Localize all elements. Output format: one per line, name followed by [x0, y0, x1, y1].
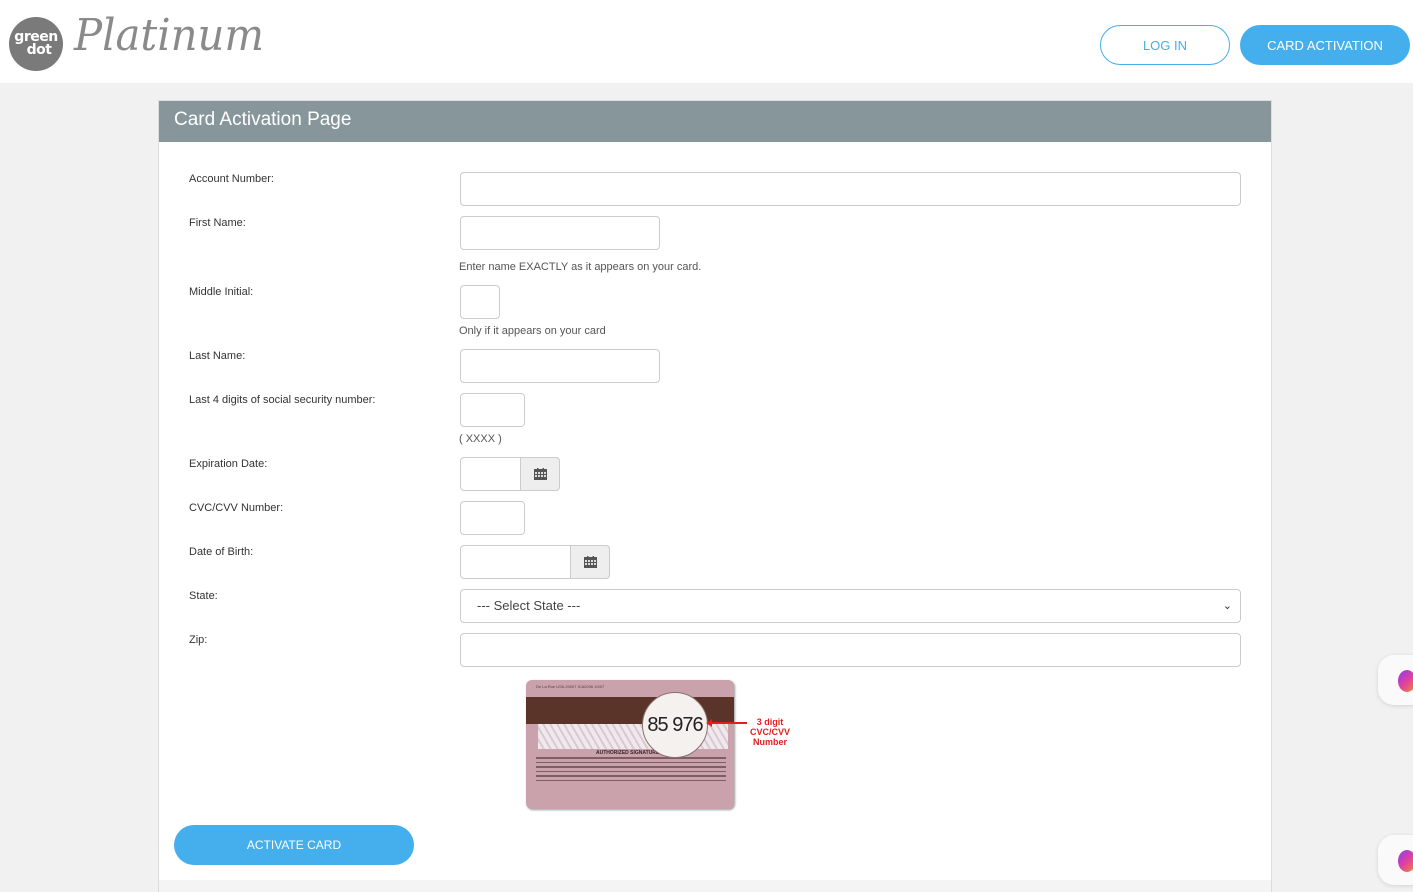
panel-footer	[158, 880, 1272, 892]
middle-initial-input[interactable]	[460, 285, 500, 319]
floating-assistant-widget[interactable]	[1378, 655, 1413, 705]
last-name-label: Last Name:	[189, 350, 246, 362]
green-dot-logo[interactable]: green dot	[9, 17, 63, 71]
first-name-input[interactable]	[460, 216, 660, 250]
account-number-input[interactable]	[460, 172, 1241, 206]
ssn-last4-label: Last 4 digits of social security number:	[189, 394, 376, 406]
ssn-last4-input[interactable]	[460, 393, 525, 427]
card-fine-print	[536, 757, 726, 784]
date-of-birth-label: Date of Birth:	[189, 546, 254, 558]
cvv-callout-line3: Number	[752, 737, 787, 747]
state-select[interactable]: --- Select State --- ⌄	[460, 589, 1241, 623]
authorized-signature-heading: AUTHORIZED SIGNATURE	[596, 750, 660, 756]
assistant-icon	[1398, 850, 1413, 872]
platinum-logo-text: Platinum	[74, 10, 265, 61]
cvc-label: CVC/CVV Number:	[189, 502, 284, 514]
first-name-label: First Name:	[189, 217, 246, 229]
magnified-cvv-number: 85 976	[642, 692, 708, 758]
logo-text-line2: dot	[26, 42, 52, 58]
cvv-arrow-icon	[706, 719, 747, 727]
cvv-callout-line2: CVC/CVV	[749, 727, 790, 737]
middle-initial-hint: Only if it appears on your card	[459, 325, 606, 337]
middle-initial-label: Middle Initial:	[189, 286, 254, 298]
cvv-callout-line1: 3 digit	[756, 717, 784, 727]
login-button[interactable]: LOG IN	[1100, 25, 1230, 65]
card-activation-nav-button[interactable]: CARD ACTIVATION	[1240, 25, 1410, 65]
assistant-icon	[1398, 670, 1413, 692]
first-name-hint: Enter name EXACTLY as it appears on your…	[459, 261, 702, 273]
panel-title: Card Activation Page	[159, 101, 1271, 142]
calendar-icon	[533, 468, 547, 480]
state-label: State:	[189, 590, 218, 602]
state-selected-value: --- Select State ---	[477, 598, 581, 613]
calendar-icon	[583, 556, 597, 568]
floating-assistant-widget-2[interactable]	[1378, 835, 1413, 885]
ssn-format-hint: ( XXXX )	[459, 433, 502, 445]
date-of-birth-input[interactable]	[460, 545, 610, 579]
cvv-callout: 3 digit CVC/CVV Number	[745, 717, 795, 747]
card-small-print: De La Rue USA 20007 ICA0206 10/07	[536, 684, 605, 689]
expiration-date-input[interactable]	[460, 457, 560, 491]
account-number-label: Account Number:	[189, 173, 274, 185]
top-navigation-bar: green dot Platinum LOG IN CARD ACTIVATIO…	[0, 0, 1413, 83]
last-name-input[interactable]	[460, 349, 660, 383]
activate-card-button[interactable]: ACTIVATE CARD	[174, 825, 414, 865]
date-of-birth-calendar-button[interactable]	[570, 545, 610, 579]
expiration-date-label: Expiration Date:	[189, 458, 268, 470]
card-back-illustration: De La Rue USA 20007 ICA0206 10/07 AUTHOR…	[526, 680, 734, 809]
chevron-down-icon: ⌄	[1222, 600, 1232, 612]
zip-label: Zip:	[189, 634, 208, 646]
expiration-date-calendar-button[interactable]	[520, 457, 560, 491]
zip-input[interactable]	[460, 633, 1241, 667]
cvc-input[interactable]	[460, 501, 525, 535]
